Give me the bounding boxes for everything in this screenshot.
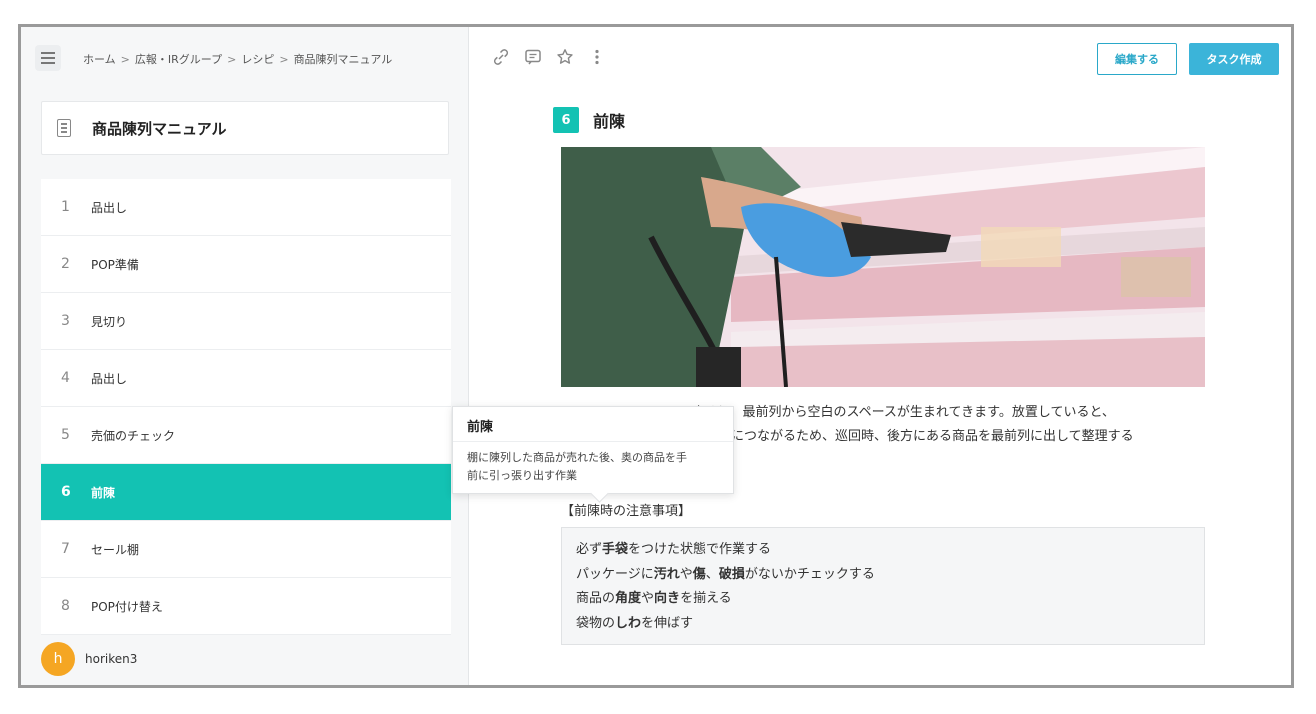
step-item-label: 前陳: [91, 485, 116, 500]
main-content: 編集する タスク作成 6 前陳 すると、最前列から空白のスペースが生まれてきます…: [469, 27, 1291, 685]
breadcrumb-item-home[interactable]: ホーム: [83, 53, 116, 66]
step-item-number: 2: [61, 256, 70, 272]
menu-icon[interactable]: [35, 45, 61, 71]
breadcrumb-separator: >: [279, 53, 289, 66]
step-item-number: 8: [61, 598, 70, 614]
step-item-5[interactable]: 5 売価のチェック: [41, 407, 451, 464]
star-icon[interactable]: [555, 47, 575, 67]
note-emphasis: しわ: [615, 615, 642, 631]
note-text: を伸ばす: [641, 615, 694, 631]
edit-button[interactable]: 編集する: [1097, 43, 1177, 75]
tooltip-body-line-2: 前に引っ張り出す作業: [467, 469, 577, 482]
step-item-number: 7: [61, 541, 70, 557]
note-text: 袋物の: [576, 615, 616, 631]
note-emphasis: 向き: [654, 591, 681, 606]
user-info[interactable]: h horiken3: [41, 642, 137, 676]
step-item-3[interactable]: 3 見切り: [41, 293, 451, 350]
step-item-2[interactable]: 2 POP準備: [41, 236, 451, 293]
step-header: 6 前陳: [553, 107, 625, 133]
tooltip-body-line-1: 棚に陳列した商品が売れた後、奥の商品を手: [467, 451, 687, 464]
step-item-7[interactable]: 7 セール棚: [41, 521, 451, 578]
note-text: パッケージに: [576, 566, 654, 582]
notes-box: 必ず手袋をつけた状態で作業する パッケージに汚れや傷、破損がないかチェックする 商品…: [561, 527, 1205, 645]
note-line: 商品の角度や向きを揃える: [576, 587, 1190, 612]
note-emphasis: 傷: [692, 566, 706, 582]
step-item-number: 3: [61, 313, 70, 329]
note-text: 必ず: [576, 542, 603, 557]
step-item-1[interactable]: 1 品出し: [41, 179, 451, 236]
note-text: 商品の: [576, 591, 616, 606]
step-item-6[interactable]: 6 前陳: [41, 464, 451, 521]
avatar[interactable]: h: [41, 642, 75, 676]
note-line: パッケージに汚れや傷、破損がないかチェックする: [576, 563, 1190, 588]
step-item-8[interactable]: 8 POP付け替え: [41, 578, 451, 635]
username: horiken3: [85, 652, 138, 666]
step-item-number: 4: [61, 370, 70, 386]
note-emphasis: 汚れ: [653, 566, 680, 582]
step-item-label: セール棚: [91, 542, 140, 557]
step-item-4[interactable]: 4 品出し: [41, 350, 451, 407]
step-number-badge: 6: [553, 107, 579, 133]
breadcrumb: ホーム > 広報・IRグループ > レシピ > 商品陳列マニュアル: [83, 51, 392, 67]
create-task-button[interactable]: タスク作成: [1189, 43, 1279, 75]
breadcrumb-item-current: 商品陳列マニュアル: [293, 53, 393, 66]
recipe-title: 商品陳列マニュアル: [92, 120, 227, 138]
document-list-icon: [57, 119, 71, 137]
note-line: 袋物のしわを伸ばす: [576, 612, 1190, 637]
note-emphasis: 手袋: [602, 542, 629, 557]
note-text: をつけた状態で作業する: [628, 542, 772, 557]
more-vertical-icon[interactable]: [587, 47, 607, 67]
step-photo: [561, 147, 1205, 387]
note-emphasis: 破損: [718, 566, 745, 582]
tooltip-body: 棚に陳列した商品が売れた後、奥の商品を手 前に引っ張り出す作業: [453, 442, 733, 492]
note-text: を揃える: [680, 591, 732, 606]
step-title: 前陳: [593, 112, 626, 131]
step-item-label: 品出し: [91, 371, 128, 386]
note-text: や: [679, 566, 693, 582]
note-text: や: [641, 591, 655, 606]
step-item-number: 1: [61, 199, 70, 215]
breadcrumb-item-recipe[interactable]: レシピ: [241, 53, 274, 66]
breadcrumb-separator: >: [120, 53, 130, 66]
note-text: がないかチェックする: [744, 566, 875, 582]
note-emphasis: 角度: [615, 591, 642, 606]
note-line: 必ず手袋をつけた状態で作業する: [576, 538, 1190, 563]
link-icon[interactable]: [491, 47, 511, 67]
sidebar-header: ホーム > 広報・IRグループ > レシピ > 商品陳列マニュアル: [21, 27, 469, 91]
app-window: ホーム > 広報・IRグループ > レシピ > 商品陳列マニュアル 商品陳列マニュアル 1 品…: [18, 24, 1294, 688]
step-item-label: 見切り: [91, 314, 128, 329]
breadcrumb-separator: >: [227, 53, 237, 66]
tooltip-title: 前陳: [453, 407, 733, 442]
toolbar-icons: [491, 47, 607, 67]
comment-icon[interactable]: [523, 47, 543, 67]
recipe-title-card: 商品陳列マニュアル: [41, 101, 449, 155]
sidebar: ホーム > 広報・IRグループ > レシピ > 商品陳列マニュアル 商品陳列マニュアル 1 品…: [21, 27, 469, 685]
notes-heading: 【前陳時の注意事項】: [561, 504, 692, 519]
step-item-number: 6: [61, 484, 71, 500]
note-text: 、: [705, 566, 719, 582]
step-item-label: 品出し: [91, 200, 128, 215]
breadcrumb-item-group[interactable]: 広報・IRグループ: [135, 53, 222, 66]
step-item-label: POP準備: [91, 257, 139, 272]
term-tooltip: 前陳 棚に陳列した商品が売れた後、奥の商品を手 前に引っ張り出す作業: [452, 406, 734, 503]
step-item-label: POP付け替え: [91, 599, 163, 614]
step-item-label: 売価のチェック: [91, 428, 176, 443]
step-item-number: 5: [61, 427, 70, 443]
step-list: 1 品出し 2 POP準備 3 見切り 4 品出し 5 売価のチェック 6 前陳 7 セール棚 8 POP付け…: [41, 179, 451, 635]
